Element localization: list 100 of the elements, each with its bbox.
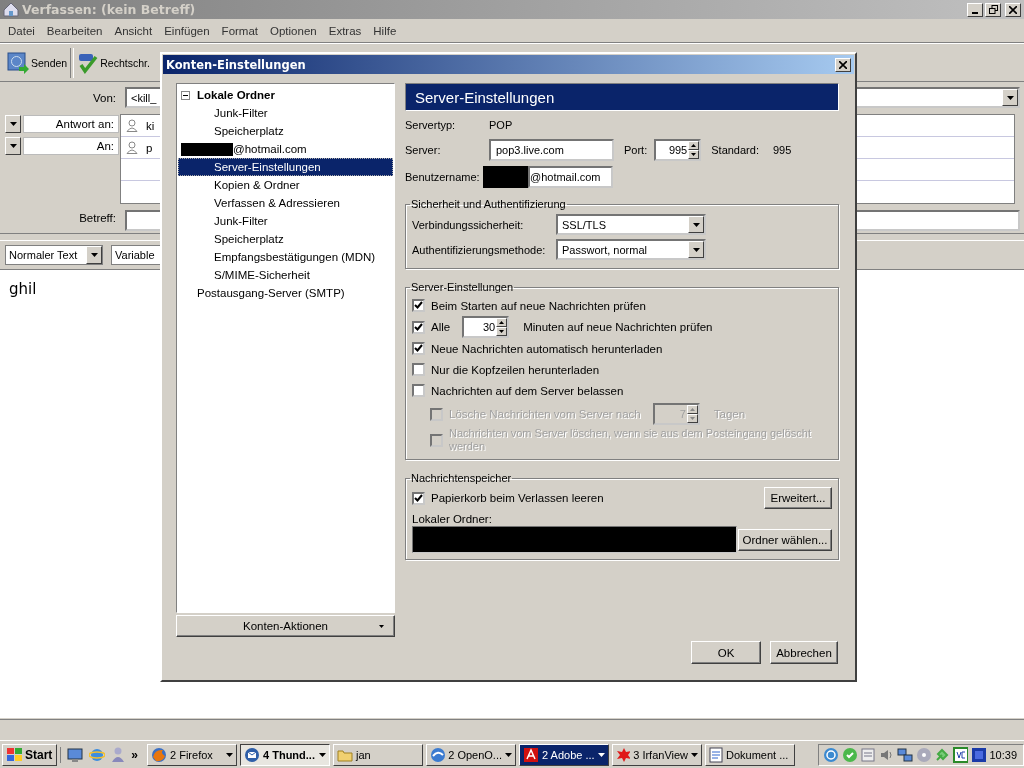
menu-item[interactable]: Hilfe: [367, 24, 403, 37]
menu-item[interactable]: Extras: [322, 24, 368, 37]
start-button[interactable]: Start: [2, 743, 58, 766]
tree-item[interactable]: Kopien & Ordner: [178, 176, 393, 194]
checkbox[interactable]: [412, 299, 425, 312]
spin-buttons[interactable]: [688, 141, 700, 159]
caret-icon: [226, 752, 234, 757]
restore-button[interactable]: [985, 2, 1001, 17]
dropdown-button[interactable]: [86, 246, 102, 264]
tree-item[interactable]: Junk-Filter: [178, 104, 393, 122]
checkbox-label[interactable]: Nur die Kopfzeilen herunterladen: [431, 363, 600, 376]
badge-icon[interactable]: [952, 746, 968, 763]
dropdown-button[interactable]: [5, 137, 21, 155]
tree-item[interactable]: S/MIME-Sicherheit: [178, 266, 393, 284]
clock: 10:39: [989, 748, 1018, 761]
taskbar-button[interactable]: 2 Adobe ...: [519, 743, 610, 766]
more-button[interactable]: »: [131, 747, 139, 762]
collapse-icon[interactable]: [181, 90, 190, 100]
taskbar-button[interactable]: 4 Thund...: [240, 743, 331, 766]
dropdown-button[interactable]: [688, 241, 704, 258]
recipient-address[interactable]: p: [146, 141, 153, 154]
checkbox-label[interactable]: Beim Starten auf neue Nachrichten prüfen: [431, 299, 646, 312]
tree-item[interactable]: Speicherplatz: [178, 230, 393, 248]
dialog-button[interactable]: OK: [691, 641, 761, 664]
dialog-title: Konten-Einstellungen: [166, 57, 306, 72]
document-icon: [709, 746, 724, 763]
subject-label: Betreff:: [78, 211, 116, 224]
server-field[interactable]: pop3.live.com: [489, 139, 614, 161]
panel-header: Server-Einstellungen: [405, 83, 839, 111]
folder-icon: [337, 747, 354, 762]
group-title: Nachrichtenspeicher: [410, 472, 513, 484]
tree-item[interactable]: @hotmail.com: [178, 140, 393, 158]
tree-item[interactable]: Server-Einstellungen: [178, 158, 393, 176]
tree-item[interactable]: Lokale Ordner: [178, 86, 393, 104]
minimize-icon: [972, 11, 978, 14]
group-title: Sicherheit und Authentifizierung: [410, 198, 567, 210]
checkbox-label[interactable]: Papierkorb beim Verlassen leeren: [431, 492, 758, 504]
checkbox[interactable]: [412, 320, 425, 334]
caret-icon: [9, 144, 17, 148]
username-label: Benutzername:: [405, 171, 481, 183]
tree-item[interactable]: Junk-Filter: [178, 212, 393, 230]
spin-field[interactable]: 995: [654, 139, 702, 161]
local-folder-field[interactable]: [412, 526, 737, 553]
menu-item[interactable]: Ansicht: [108, 24, 159, 37]
window-title: Verfassen: (kein Betreff): [22, 2, 196, 17]
from-label: Von:: [91, 91, 116, 104]
checkbox[interactable]: [412, 363, 425, 376]
network-icon[interactable]: [897, 746, 913, 763]
tree-item[interactable]: Empfangsbestätigungen (MDN): [178, 248, 393, 266]
close-icon: [1009, 5, 1017, 14]
close-button[interactable]: [1005, 2, 1021, 17]
menu-item[interactable]: Datei: [2, 24, 41, 37]
toolbar-button[interactable]: Rechtschr.: [76, 49, 152, 76]
taskbar-button[interactable]: 2 Firefox: [147, 743, 238, 766]
checkbox-label[interactable]: Nachrichten auf dem Server belassen: [431, 384, 624, 397]
choose-folder-button[interactable]: Ordner wählen...: [738, 528, 832, 551]
account-actions-button[interactable]: Konten-Aktionen: [176, 615, 395, 637]
dropdown[interactable]: Passwort, normal: [556, 239, 706, 260]
menu-item[interactable]: Format: [215, 24, 265, 37]
dialog-button[interactable]: Abbrechen: [770, 641, 838, 664]
message-text: ghil: [9, 280, 37, 298]
checkbox[interactable]: [412, 342, 425, 355]
caret-icon: [319, 752, 327, 757]
close-button[interactable]: [835, 57, 851, 72]
menu-item[interactable]: Bearbeiten: [40, 24, 109, 37]
spin-buttons[interactable]: [686, 405, 698, 423]
checkbox-label[interactable]: Neue Nachrichten automatisch herunterladen: [431, 342, 663, 355]
menu-item[interactable]: Einfügen: [158, 24, 216, 37]
menu-item[interactable]: Optionen: [264, 24, 323, 37]
default-port-value: 995: [772, 144, 792, 156]
dropdown-button[interactable]: [688, 216, 704, 233]
tree-item[interactable]: Postausgang-Server (SMTP): [178, 284, 393, 302]
taskbar-button[interactable]: 3 IrfanView: [612, 743, 703, 766]
caret-icon: [505, 752, 513, 757]
close-icon: [839, 60, 847, 69]
spin-buttons[interactable]: [496, 318, 508, 336]
dropdown-button[interactable]: [1002, 89, 1018, 106]
advanced-button[interactable]: Erweitert...: [764, 487, 832, 509]
minimize-button[interactable]: [967, 2, 983, 17]
checkbox[interactable]: [412, 384, 425, 397]
spin-field[interactable]: 30: [462, 316, 510, 338]
desktop-icon[interactable]: [67, 746, 84, 763]
tree-item[interactable]: Speicherplatz: [178, 122, 393, 140]
checkbox[interactable]: [412, 491, 425, 505]
recipient-address[interactable]: ki: [146, 119, 155, 132]
server-type-value: POP: [489, 119, 513, 131]
checkbox-label[interactable]: Alle: [431, 321, 451, 333]
server-type-label: Servertyp:: [405, 119, 457, 131]
taskbar-button[interactable]: Dokument ...: [705, 743, 796, 766]
dropdown[interactable]: SSL/TLS: [556, 214, 706, 235]
tree-item[interactable]: Verfassen & Adressieren: [178, 194, 393, 212]
screen-icon[interactable]: [971, 746, 987, 763]
dropdown-button[interactable]: [5, 115, 21, 133]
taskbar-button[interactable]: jan: [333, 743, 424, 766]
taskbar-button[interactable]: 2 OpenO...: [426, 743, 517, 766]
toolbar-button[interactable]: Senden: [5, 49, 70, 76]
port-label: Port:: [624, 144, 648, 156]
field-label: Authentifizierungsmethode:: [412, 243, 547, 256]
username-field[interactable]: @hotmail.com: [528, 166, 613, 188]
paragraph-style-dropdown[interactable]: Normaler Text: [5, 245, 103, 265]
